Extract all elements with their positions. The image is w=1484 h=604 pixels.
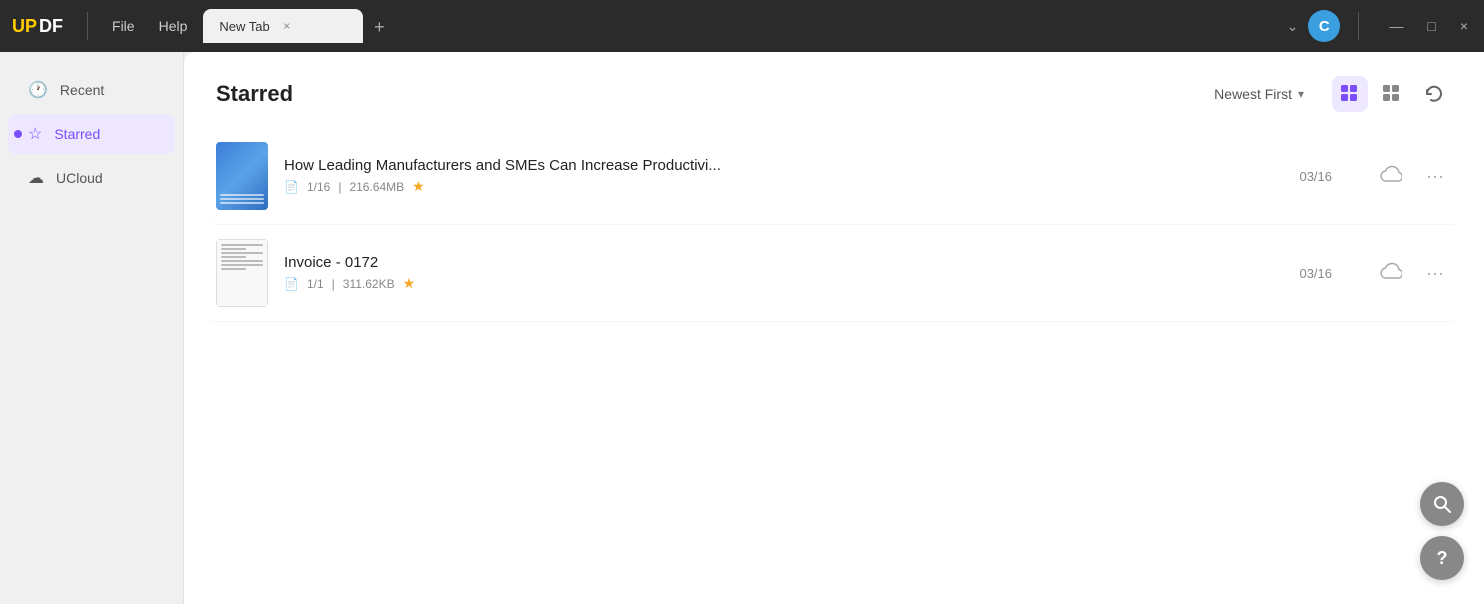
refresh-button[interactable] [1416,76,1452,112]
sidebar-item-label-starred: Starred [54,126,100,142]
table-row[interactable]: Invoice - 0172 📄 1/1 | 311.62KB ★ 03/16 [208,225,1460,322]
sidebar: 🕐 Recent ☆ Starred ☁ UCloud [0,52,184,604]
view-controls [1332,76,1452,112]
file-meta-2: 📄 1/1 | 311.62KB ★ [284,275,1283,292]
file-info-2: Invoice - 0172 📄 1/1 | 311.62KB ★ [284,254,1283,292]
invoice-thumbnail [216,239,268,307]
file-sep-2: | [332,277,335,291]
cloud-upload-button-1[interactable] [1380,165,1402,188]
menu-file[interactable]: File [104,14,143,38]
avatar[interactable]: C [1308,10,1340,42]
search-fab-icon [1432,494,1452,514]
minimize-button[interactable]: — [1385,14,1407,38]
help-fab-button[interactable]: ? [1420,536,1464,580]
sidebar-item-ucloud[interactable]: ☁ UCloud [8,158,175,198]
page-title: Starred [216,81,1198,107]
file-sep-1: | [338,180,341,194]
card-view-button[interactable] [1332,76,1368,112]
sort-label: Newest First [1214,86,1292,102]
titlebar-right: ⌄ C — □ × [1287,10,1472,42]
refresh-icon [1424,84,1444,104]
file-info-1: How Leading Manufacturers and SMEs Can I… [284,157,1283,195]
tabs-dropdown-button[interactable]: ⌄ [1287,18,1299,35]
content-header: Starred Newest First ▾ [184,52,1484,128]
menu-help[interactable]: Help [151,14,196,38]
list-view-button[interactable] [1374,76,1410,112]
file-date-1: 03/16 [1299,169,1364,184]
sort-arrow-icon: ▾ [1298,87,1304,101]
app-body: 🕐 Recent ☆ Starred ☁ UCloud Starred Newe… [0,52,1484,604]
file-thumbnail [216,142,268,210]
pdf-thumbnail-1 [216,142,268,210]
pages-icon: 📄 [284,180,299,194]
file-date-2: 03/16 [1299,266,1364,281]
titlebar-right-divider [1358,12,1359,40]
file-thumbnail-2 [216,239,268,307]
tab-close-button[interactable]: × [278,17,296,35]
sidebar-item-label-ucloud: UCloud [56,170,103,186]
file-meta-1: 📄 1/16 | 216.64MB ★ [284,178,1283,195]
card-view-icon [1340,84,1360,104]
ucloud-icon: ☁ [28,168,44,188]
sidebar-item-starred[interactable]: ☆ Starred [8,114,175,154]
list-view-icon [1382,84,1402,104]
cloud-icon [1380,165,1402,183]
file-name-2: Invoice - 0172 [284,254,1283,271]
tab-label: New Tab [219,19,269,34]
file-name-1: How Leading Manufacturers and SMEs Can I… [284,157,1283,174]
file-pages-1: 1/16 [307,180,330,194]
file-pages-2: 1/1 [307,277,324,291]
sidebar-item-label-recent: Recent [60,82,104,98]
logo-df: DF [39,16,63,37]
search-fab-button[interactable] [1420,482,1464,526]
file-list: How Leading Manufacturers and SMEs Can I… [184,128,1484,604]
active-tab[interactable]: New Tab × [203,9,363,43]
cloud-upload-button-2[interactable] [1380,262,1402,285]
titlebar-divider [87,12,88,40]
tabs-area: New Tab × + [203,9,1266,43]
table-row[interactable]: How Leading Manufacturers and SMEs Can I… [208,128,1460,225]
starred-icon: ☆ [28,124,42,144]
window-controls: — □ × [1385,14,1472,38]
more-options-button-1[interactable]: ··· [1418,162,1452,191]
file-star-2[interactable]: ★ [403,275,416,292]
file-size-2: 311.62KB [343,277,395,291]
more-options-button-2[interactable]: ··· [1418,259,1452,288]
sort-selector[interactable]: Newest First ▾ [1214,86,1304,102]
close-button[interactable]: × [1456,14,1472,38]
fab-container: ? [1420,482,1464,580]
active-indicator [14,130,22,138]
file-size-1: 216.64MB [349,180,404,194]
pages-icon-2: 📄 [284,277,299,291]
content-area: Starred Newest First ▾ [184,52,1484,604]
sidebar-item-recent[interactable]: 🕐 Recent [8,70,175,110]
new-tab-button[interactable]: + [363,11,395,43]
maximize-button[interactable]: □ [1423,14,1439,38]
recent-icon: 🕐 [28,80,48,100]
app-logo: UPDF [12,16,63,37]
file-star-1[interactable]: ★ [412,178,425,195]
titlebar: UPDF File Help New Tab × + ⌄ C — □ × [0,0,1484,52]
logo-up: UP [12,16,37,37]
help-fab-icon: ? [1437,548,1448,569]
cloud-icon-2 [1380,262,1402,280]
